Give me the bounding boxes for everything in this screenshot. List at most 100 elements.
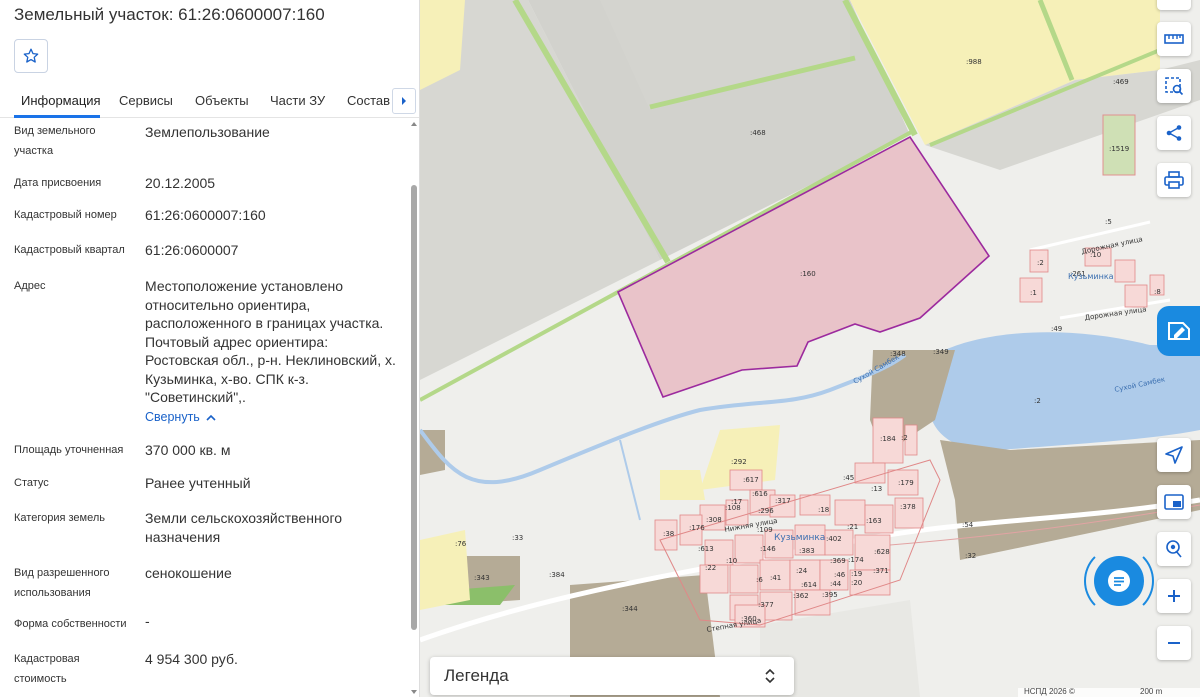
label-p2b: :2 [901,434,908,442]
zoom-out-button[interactable] [1157,626,1191,660]
collapse-link[interactable]: Свернуть [145,410,216,424]
chat-icon [1108,570,1130,592]
attr-label: Форма собственности [14,618,127,630]
chevron-right-icon [402,97,406,105]
legend-dropdown[interactable]: Легенда [430,657,794,695]
label-p176: :176 [689,524,705,532]
tab-objects[interactable]: Объекты [195,93,249,108]
tab-info[interactable]: Информация [21,93,101,108]
label-p344: :344 [622,605,638,613]
label-village: Кузьминка [1068,272,1114,281]
label-p292: :292 [731,458,747,466]
scroll-thumb[interactable] [411,185,417,630]
map-attribution: НСПД 2026 © 200 m [1018,687,1200,697]
share-button[interactable] [1157,116,1191,150]
zoom-in-icon [1168,590,1180,602]
label-p146: :146 [760,545,776,553]
attribution-text: НСПД 2026 © [1024,687,1075,696]
label-p10b: :10 [726,557,737,565]
label-p469: :469 [1113,78,1129,86]
geolocation-icon [1166,540,1182,558]
attr-value: 61:26:0600007:160 [145,207,266,223]
attr-label: Дата присвоения [14,177,102,189]
map-layers-icon [1167,322,1190,340]
attr-value: 4 954 300 руб. [145,651,238,667]
partial-top-button[interactable] [1157,0,1191,10]
locate-button[interactable] [1157,438,1191,472]
chat-button[interactable] [1094,556,1144,606]
attr-label: Адрес [14,280,46,292]
sort-icon [765,668,775,684]
attr-label: Статус [14,477,49,489]
attr-value: Земли сельскохозяйственного назначения [145,510,343,545]
label-p49: :49 [1051,325,1062,333]
info-panel: Земельный участок: 61:26:0600007:160 Инф… [0,0,420,697]
label-p46: :46 [834,571,846,579]
ruler-button[interactable] [1157,22,1191,56]
label-p296: :296 [758,507,774,515]
zoom-out-icon [1168,642,1180,644]
locate-icon [1165,446,1183,464]
label-p383: :383 [799,547,815,555]
label-p343: :343 [474,574,490,582]
label-p2lake: :2 [1034,397,1041,405]
geolocation-button[interactable] [1157,532,1191,566]
label-p371: :371 [873,567,889,575]
scroll-up-icon[interactable] [410,119,418,129]
label-p362: :362 [793,592,809,600]
label-p179: :179 [898,479,914,487]
label-p617: :617 [743,476,759,484]
label-p988: :988 [966,58,982,66]
label-p33: :33 [512,534,523,542]
label-p44: :44 [830,580,842,588]
side-panel-tab[interactable] [1157,306,1200,356]
label-p76: :76 [455,540,467,548]
panel-scrollbar[interactable] [410,119,418,697]
ruler-icon [1164,34,1184,44]
label-p614: :614 [801,581,817,589]
label-p18: :18 [818,506,829,514]
tab-composition[interactable]: Состав [347,93,390,108]
label-p184: :184 [880,435,896,443]
attr-value: 370 000 кв. м [145,442,231,458]
scroll-down-icon[interactable] [410,687,418,697]
attr-value: Местоположение установлено относительно … [145,278,396,405]
tab-parts[interactable]: Части ЗУ [270,93,325,108]
label-p174: :174 [848,556,864,564]
label-p5: :5 [1105,218,1112,226]
label-p19: :19 [851,570,862,578]
label-p395: :395 [822,591,838,599]
attr-label: Кадастровый номер [14,209,117,221]
tab-services[interactable]: Сервисы [119,93,173,108]
attr-label: Вид земельного участка [14,125,96,157]
label-p349: :349 [933,348,949,356]
label-p468: :468 [750,129,766,137]
tabs-scroll-right-button[interactable] [392,88,416,114]
label-p21: :21 [847,523,858,531]
zoom-in-button[interactable] [1157,579,1191,613]
chevron-up-icon [206,414,216,421]
label-p45: :45 [843,474,854,482]
attr-value: 20.12.2005 [145,175,216,191]
basemap-button[interactable] [1157,485,1191,519]
map-canvas[interactable]: :468 :988 :469 :1519 :160 :5 :10 :261 :2… [420,0,1200,697]
label-p1: :1 [1030,289,1037,297]
attr-label: Вид разрешенного использования [14,567,110,599]
attributes-list: Вид земельного участка Землепользование … [0,119,408,697]
tab-bar: Информация Сервисы Объекты Части ЗУ Сост… [0,88,419,118]
label-p613: :613 [698,545,714,553]
label-p54: :54 [962,521,974,529]
label-p13: :13 [871,485,882,493]
select-area-icon [1165,77,1184,96]
label-p317: :317 [775,497,791,505]
field-yellow-5 [660,470,705,500]
select-area-button[interactable] [1157,69,1191,103]
label-p32: :32 [965,552,976,560]
collapse-label: Свернуть [145,410,200,424]
label-p308: :308 [706,516,722,524]
favorite-button[interactable] [14,39,48,73]
map-view[interactable]: :468 :988 :469 :1519 :160 :5 :10 :261 :2… [420,0,1200,697]
label-p163: :163 [866,517,882,525]
label-p6: :6 [756,576,763,584]
print-button[interactable] [1157,163,1191,197]
